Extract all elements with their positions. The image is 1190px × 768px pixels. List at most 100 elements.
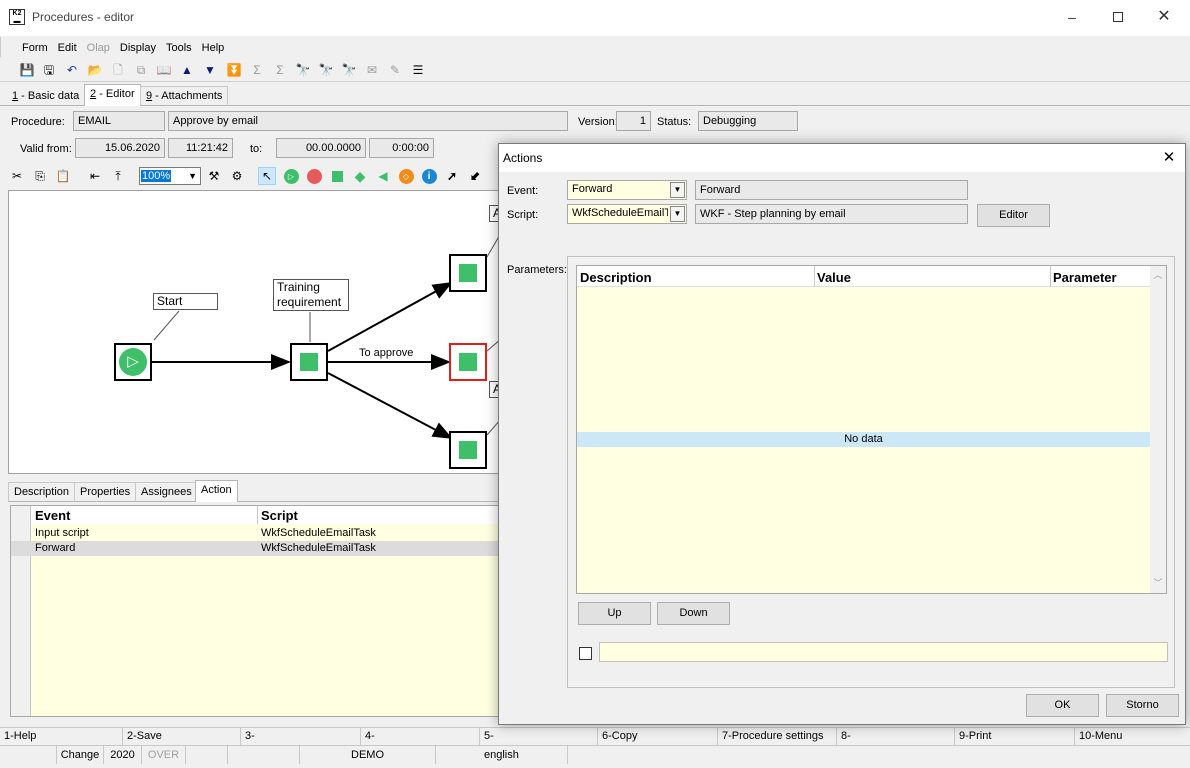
parameters-grid[interactable]: Description Value Parameter No data ︿ ﹀	[576, 265, 1167, 594]
arrow-up-icon[interactable]: ▲	[178, 61, 196, 79]
tab-description[interactable]: Description	[8, 482, 76, 502]
connector-back-icon[interactable]: ⬋	[466, 167, 484, 185]
paste-icon[interactable]: 📋	[54, 167, 72, 185]
down-button[interactable]: Down	[657, 602, 730, 625]
params-scrollbar[interactable]: ︿ ﹀	[1150, 266, 1166, 593]
expression-input[interactable]	[599, 642, 1168, 662]
mail-icon[interactable]: ✉	[363, 61, 381, 79]
chevron-down-icon[interactable]: ▼	[670, 206, 685, 222]
scroll-up-icon[interactable]: ︿	[1150, 268, 1166, 281]
params-header-description[interactable]: Description	[580, 270, 652, 285]
align-left-icon[interactable]: ⇤	[86, 167, 104, 185]
close-icon[interactable]: ✕	[1150, 6, 1178, 28]
end-node-icon[interactable]	[305, 167, 323, 185]
fkey-procedure-settings[interactable]: 7-Procedure settings	[717, 728, 836, 745]
start-node[interactable]: ▷	[114, 343, 152, 381]
menu-tools[interactable]: Tools	[161, 41, 197, 55]
ok-button[interactable]: OK	[1026, 694, 1099, 717]
open-folder-icon[interactable]: 📂	[86, 61, 104, 79]
connector-arrow-icon[interactable]: ➚	[443, 167, 461, 185]
sum-icon[interactable]: Σ	[248, 61, 266, 79]
binoculars-next-icon[interactable]: 🔭	[317, 61, 335, 79]
binoculars-icon[interactable]: 🔭	[294, 61, 312, 79]
fkey-menu[interactable]: 10-Menu	[1074, 728, 1190, 745]
editor-button[interactable]: Editor	[977, 204, 1050, 227]
tab-action[interactable]: Action	[195, 480, 238, 502]
fkey-5[interactable]: 5-	[479, 728, 597, 745]
sum-filter-icon[interactable]: Σ	[271, 61, 289, 79]
fkey-3[interactable]: 3-	[240, 728, 360, 745]
maximize-icon[interactable]	[1104, 6, 1132, 28]
fkey-8[interactable]: 8-	[836, 728, 954, 745]
menu-form[interactable]: Form	[17, 41, 53, 55]
tab-basic-data[interactable]: 1 - Basic data	[6, 86, 85, 106]
params-header-value[interactable]: Value	[817, 270, 851, 285]
version-field[interactable]: 1	[616, 111, 651, 131]
save-close-icon[interactable]: 🖫	[40, 61, 58, 79]
copy-document-icon[interactable]: ⧉	[132, 61, 150, 79]
menu-olap[interactable]: Olap	[82, 41, 115, 55]
subprocess-icon[interactable]: ◇	[397, 167, 415, 185]
undo-icon[interactable]: ↶	[63, 61, 81, 79]
start-node-icon[interactable]: ▷	[282, 167, 300, 185]
fkey-4[interactable]: 4-	[360, 728, 479, 745]
menu-lines-icon[interactable]: ☰	[409, 61, 427, 79]
arrow-down-icon[interactable]: ▼	[201, 61, 219, 79]
tab-properties[interactable]: Properties	[74, 482, 137, 502]
diagram-canvas[interactable]: ▷ Start Training requirement To approve …	[8, 190, 500, 474]
task-node-icon[interactable]	[328, 167, 346, 185]
action-grid[interactable]: Event Script Input script WkfScheduleEma…	[10, 505, 500, 717]
up-button[interactable]: Up	[578, 602, 651, 625]
status-field[interactable]: Debugging	[698, 111, 798, 131]
procedure-name-field[interactable]: Approve by email	[168, 111, 568, 131]
to-date-field[interactable]: 00.00.0000	[276, 138, 366, 158]
settings-tools-icon[interactable]: ⚙	[228, 167, 246, 185]
step-node-selected[interactable]	[449, 343, 487, 381]
menu-edit[interactable]: Edit	[53, 41, 82, 55]
info-icon[interactable]: i	[420, 167, 438, 185]
copy-icon[interactable]: ⎘	[31, 167, 49, 185]
storno-button[interactable]: Storno	[1106, 694, 1179, 717]
save-icon[interactable]: 💾	[18, 61, 36, 79]
menu-display[interactable]: Display	[115, 41, 161, 55]
to-time-field[interactable]: 0:00:00	[369, 138, 434, 158]
step-node-bottom[interactable]	[449, 431, 487, 469]
fkey-save[interactable]: 2-Save	[122, 728, 240, 745]
table-row[interactable]: Input script WkfScheduleEmailTask	[11, 526, 499, 541]
pointer-icon[interactable]: ↖	[258, 167, 276, 185]
procedure-code-field[interactable]: EMAIL	[73, 111, 165, 131]
script-combo[interactable]: WkfScheduleEmailTa ▼	[567, 204, 687, 224]
tools-icon[interactable]: ⚒	[205, 167, 223, 185]
params-header-parameter[interactable]: Parameter	[1053, 270, 1117, 285]
fkey-help[interactable]: 1-Help	[0, 728, 122, 745]
fkey-copy[interactable]: 6-Copy	[597, 728, 717, 745]
binoculars-all-icon[interactable]: 🔭	[340, 61, 358, 79]
minimize-icon[interactable]: –	[1058, 6, 1086, 28]
fkey-print[interactable]: 9-Print	[954, 728, 1074, 745]
align-top-icon[interactable]: ⤒	[109, 167, 127, 185]
dialog-close-icon[interactable]: ✕	[1159, 148, 1179, 168]
option-checkbox[interactable]	[579, 647, 592, 660]
back-arrow-icon[interactable]: ◀	[374, 167, 392, 185]
new-document-icon[interactable]: 🗋	[109, 61, 127, 79]
event-combo[interactable]: Forward ▼	[567, 180, 687, 200]
cut-icon[interactable]: ✂	[8, 167, 26, 185]
training-requirement-node[interactable]	[290, 343, 328, 381]
valid-from-date-field[interactable]: 15.06.2020	[75, 138, 165, 158]
tab-attachments[interactable]: 9 - Attachments	[140, 86, 229, 106]
valid-from-time-field[interactable]: 11:21:42	[168, 138, 233, 158]
scroll-down-icon[interactable]: ﹀	[1150, 576, 1166, 589]
menu-help[interactable]: Help	[197, 41, 230, 55]
grid-header-event[interactable]: Event	[35, 508, 70, 523]
decision-node-icon[interactable]: ◆	[351, 167, 369, 185]
grid-header-script[interactable]: Script	[261, 508, 298, 523]
chevron-down-icon[interactable]: ▼	[670, 182, 685, 198]
tab-assignees[interactable]: Assignees	[135, 482, 198, 502]
zoom-select[interactable]: 100% ▼	[139, 167, 201, 185]
step-node-top[interactable]	[449, 254, 487, 292]
book-icon[interactable]: 📖	[155, 61, 173, 79]
filter-icon[interactable]: ⏬	[225, 61, 243, 79]
edit-document-icon[interactable]: ✎	[386, 61, 404, 79]
tab-editor[interactable]: 2 - Editor	[84, 84, 141, 106]
table-row[interactable]: Forward WkfScheduleEmailTask	[11, 541, 499, 556]
